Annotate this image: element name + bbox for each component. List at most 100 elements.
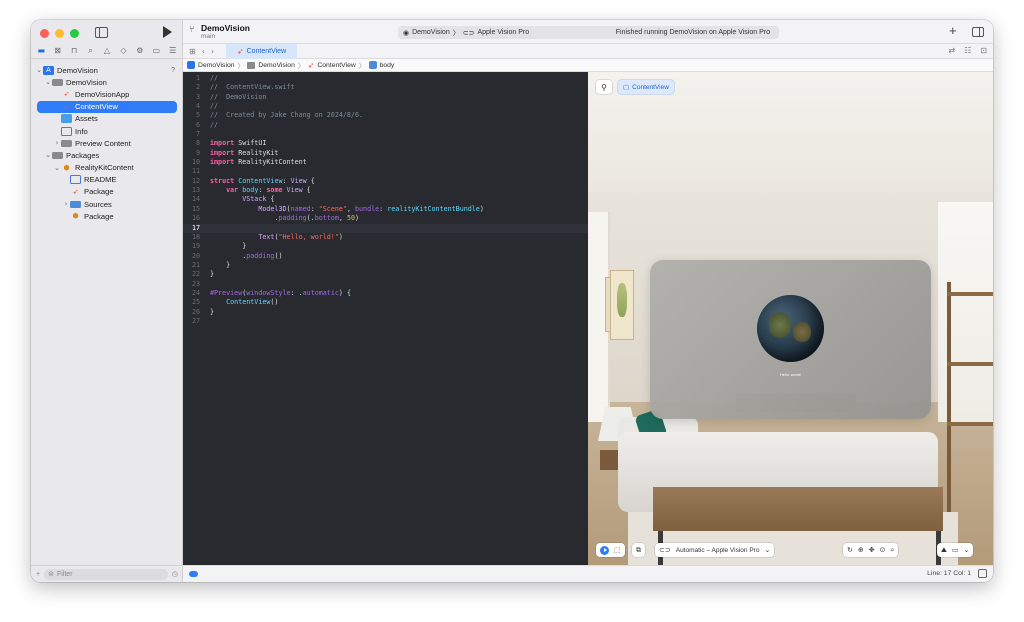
breadcrumb-item-folder[interactable]: DemoVision	[258, 62, 295, 69]
search-icon[interactable]: ⌕	[85, 46, 96, 56]
zoom-icon[interactable]: ⌕	[891, 546, 895, 555]
sidebar-item-packages[interactable]: ⌄ Packages	[31, 149, 183, 161]
breadcrumb-item-symbol[interactable]: body	[380, 62, 395, 69]
source-control-icon[interactable]: ⊠	[52, 46, 63, 56]
chevron-down-icon[interactable]: ⌄	[44, 78, 52, 86]
code-line[interactable]: 21 }	[183, 261, 588, 270]
sidebar-item-assets[interactable]: Assets	[31, 113, 183, 125]
sidebar-item-contentview[interactable]: ➶ ContentView	[37, 100, 177, 113]
code-line[interactable]: 22}	[183, 270, 588, 279]
code-line[interactable]: 26}	[183, 308, 588, 317]
pin-icon[interactable]: ⚲	[596, 80, 612, 94]
run-play-icon[interactable]	[163, 26, 172, 38]
breadcrumb-item-file[interactable]: ContentView	[317, 62, 355, 69]
code-line[interactable]: 14 VStack {	[183, 195, 588, 204]
chevron-down-icon[interactable]: ⌄	[35, 66, 43, 74]
code-line[interactable]: 17	[183, 223, 588, 233]
scheme-name[interactable]: DemoVision	[412, 29, 450, 36]
breadcrumb-item-project[interactable]: DemoVision	[198, 62, 235, 69]
sidebar-toggle-icon[interactable]	[95, 27, 108, 38]
earth-globe-model[interactable]	[757, 295, 824, 362]
branch-name[interactable]: main	[201, 33, 215, 40]
breakpoint-icon[interactable]: ▭	[151, 46, 162, 56]
code-line[interactable]: 1 //	[183, 74, 588, 83]
chevron-right-icon[interactable]: ›	[62, 200, 70, 208]
code-line[interactable]: 13 var body: some View {	[183, 186, 588, 195]
chevron-down-icon[interactable]: ⌄	[53, 164, 61, 172]
code-line[interactable]: 9 import RealityKit	[183, 149, 588, 158]
code-line[interactable]: 19 }	[183, 242, 588, 251]
tab-contentview[interactable]: ➶ ContentView	[226, 44, 297, 59]
test-diamond-icon[interactable]: ◇	[118, 46, 129, 56]
chevron-down-icon[interactable]: ⌄	[964, 546, 970, 554]
code-line[interactable]: 16 .padding(.bottom, 50)	[183, 214, 588, 223]
add-editor-icon[interactable]: ⊡	[980, 46, 987, 55]
code-line[interactable]: 5 // Created by Jake Chang on 2024/8/6.	[183, 111, 588, 120]
sidebar-item-demovisionapp[interactable]: ➶ DemoVisionApp	[31, 88, 183, 100]
code-line[interactable]: 15 Model3D(named: "Scene", bundle: reali…	[183, 205, 588, 214]
close-window-button[interactable]	[40, 29, 49, 38]
device-selector[interactable]: ⊂⊃ Automatic – Apple Vision Pro ⌄	[655, 543, 775, 557]
minimize-window-button[interactable]	[55, 29, 64, 38]
scheme-activity-bar[interactable]: ◉ DemoVision 〉 ⊂⊃ Apple Vision Pro Finis…	[398, 26, 779, 39]
sidebar-item-demovision[interactable]: ⌄ A DemoVision?	[31, 64, 183, 76]
sidebar-item-package[interactable]: ➶ Package	[31, 186, 183, 198]
code-line[interactable]: 12 struct ContentView: View {	[183, 177, 588, 186]
project-title[interactable]: DemoVision	[201, 23, 250, 33]
code-line[interactable]: 25 ContentView()	[183, 298, 588, 307]
chevron-right-icon[interactable]: ›	[53, 139, 61, 147]
debug-area-icon[interactable]	[978, 569, 987, 578]
code-line[interactable]: 4 //	[183, 102, 588, 111]
inspector-toggle-icon[interactable]	[972, 27, 984, 37]
code-line[interactable]: 6 //	[183, 121, 588, 130]
live-preview-icon[interactable]	[600, 545, 609, 555]
add-icon[interactable]: +	[36, 571, 40, 578]
code-line[interactable]: 2 // ContentView.swift	[183, 83, 588, 92]
preview-canvas[interactable]: Hello, world! ⚲ ▢ ContentView ⬚ ⧉ ⊂⊃ Aut…	[588, 72, 993, 565]
destination-name[interactable]: Apple Vision Pro	[477, 29, 529, 36]
tilt-icon[interactable]: ⊕	[858, 546, 864, 554]
code-line[interactable]: 8 import SwiftUI	[183, 139, 588, 148]
debug-icon[interactable]: ⚙	[134, 46, 145, 56]
orbit-icon[interactable]: ↻	[847, 546, 853, 554]
vision-preview-window[interactable]: Hello, world!	[650, 260, 931, 419]
report-icon[interactable]: ☰	[167, 46, 178, 56]
reset-icon[interactable]: ⊙	[880, 546, 886, 554]
sidebar-item-preview-content[interactable]: › Preview Content	[31, 137, 183, 149]
back-arrow-icon[interactable]: ‹	[202, 47, 205, 56]
warning-icon[interactable]: △	[101, 46, 112, 56]
source-editor[interactable]: 1 // 2 // ContentView.swift 3 // DemoVision 4 /…	[183, 72, 588, 565]
chevron-down-icon[interactable]: ⌄	[44, 151, 52, 159]
grid-icon[interactable]: ⊞	[189, 47, 196, 56]
code-line[interactable]: 11	[183, 167, 588, 176]
sidebar-item-demovision[interactable]: ⌄ DemoVision	[31, 76, 183, 88]
code-line[interactable]: 20 .padding()	[183, 252, 588, 261]
code-line[interactable]: 27	[183, 317, 588, 326]
code-line[interactable]: 23	[183, 280, 588, 289]
recent-files-icon[interactable]: ◷	[172, 570, 178, 578]
filter-input[interactable]: ⊜ Filter	[44, 568, 168, 580]
sidebar-item-info[interactable]: Info	[31, 125, 183, 137]
mountains-icon[interactable]: ⛰	[941, 546, 947, 555]
variants-icon[interactable]: ⧉	[636, 546, 641, 555]
bookmark-icon[interactable]: ⊓	[69, 46, 80, 56]
preview-selector-button[interactable]: ▢ ContentView	[618, 80, 674, 94]
zoom-window-button[interactable]	[70, 29, 79, 38]
code-line[interactable]: 18 Text("Hello, world!")	[183, 233, 588, 242]
code-line[interactable]: 7	[183, 130, 588, 139]
sidebar-item-realitykitcontent[interactable]: ⌄ ⬢ RealityKitContent	[31, 162, 183, 174]
forward-arrow-icon[interactable]: ›	[211, 47, 214, 56]
folder-icon[interactable]: ▬	[36, 46, 47, 56]
pan-icon[interactable]: ✥	[869, 546, 875, 554]
debug-area-toggle[interactable]	[189, 571, 198, 577]
code-line[interactable]: 10 import RealityKitContent	[183, 158, 588, 167]
sidebar-item-sources[interactable]: › Sources	[31, 198, 183, 210]
refresh-icon[interactable]: ⇄	[948, 46, 955, 55]
library-plus-button[interactable]: +	[949, 23, 957, 38]
camera-icon[interactable]: ▭	[952, 546, 959, 554]
code-line[interactable]: 24 #Preview(windowStyle: .automatic) {	[183, 289, 588, 298]
adjust-editor-icon[interactable]: ☷	[964, 46, 971, 55]
code-line[interactable]: 3 // DemoVision	[183, 93, 588, 102]
selectable-mode-icon[interactable]: ⬚	[614, 546, 621, 554]
sidebar-item-package[interactable]: ⬢ Package	[31, 210, 183, 222]
